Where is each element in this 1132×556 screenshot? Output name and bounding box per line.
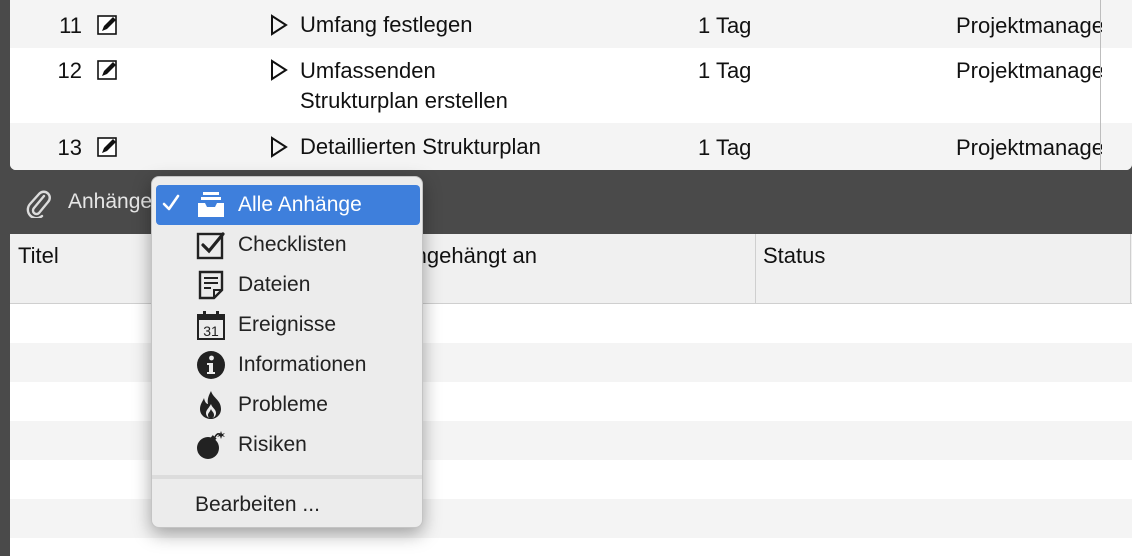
menu-item-label: Alle Anhänge [238,193,362,216]
menu-item-label: Dateien [238,273,311,296]
calendar-day: 31 [203,323,219,339]
menu-item-label: Probleme [238,393,328,416]
checkmark-icon [162,194,180,211]
menu-item-all-attachments[interactable]: Alle Anhänge [156,185,420,225]
menu-item-checklists[interactable]: Checklisten [156,225,420,265]
attachments-filter-menu: Alle Anhänge Checklisten Dateien 31 Erei… [151,176,423,528]
task-duration: 1 Tag [698,135,752,160]
task-row[interactable]: 13 Detaillierten Strukturplan 1 Tag Proj… [10,123,1132,170]
checkbox-icon [196,232,225,260]
menu-item-information[interactable]: Informationen [156,345,420,385]
task-table: 11 Umfang festlegen 1 Tag Projektmanager… [10,0,1132,170]
menu-item-edit[interactable]: Bearbeiten ... [195,493,320,517]
column-divider[interactable] [1130,234,1131,304]
empty-row [10,538,1132,556]
calendar-icon: 31 [197,311,225,340]
column-header-title[interactable]: Titel [10,234,67,304]
menu-item-problems[interactable]: Probleme [156,385,420,425]
disclosure-triangle-icon[interactable] [269,136,289,158]
inbox-tray-icon [198,192,224,217]
task-name: Umfang festlegen [300,12,473,37]
attachments-filter-button[interactable]: Anhänge [68,190,152,214]
task-resource: Projektmanager [956,135,1102,160]
task-number: 11 [59,13,82,38]
column-header-status[interactable]: Status [755,234,833,304]
paperclip-icon [26,190,51,218]
menu-item-label: Risiken [238,433,307,456]
task-duration: 1 Tag [698,58,752,83]
menu-separator [152,475,422,479]
task-name: Detaillierten Strukturplan [300,134,541,159]
task-name-line2: Strukturplan erstellen [300,88,508,113]
menu-item-files[interactable]: Dateien [156,265,420,305]
task-row[interactable]: 11 Umfang festlegen 1 Tag Projektmanager [10,0,1132,48]
menu-item-label: Ereignisse [238,313,337,336]
task-row[interactable]: 12 Umfassenden Strukturplan erstellen 1 … [10,48,1132,123]
document-icon [198,270,224,300]
menu-item-events[interactable]: 31 Ereignisse [156,305,420,345]
menu-item-risks[interactable]: Risiken [156,425,420,465]
note-edit-icon[interactable] [97,136,119,158]
note-edit-icon[interactable] [97,59,119,81]
note-edit-icon[interactable] [97,14,119,36]
menu-item-label: Informationen [238,353,367,376]
bomb-icon [197,431,225,459]
task-resource: Projektmanager [956,13,1102,38]
task-resource: Projektmanager [956,58,1102,83]
column-divider[interactable] [1100,0,1101,170]
menu-item-label: Checklisten [238,233,347,256]
info-icon [197,351,225,379]
disclosure-triangle-icon[interactable] [269,14,289,36]
task-number: 13 [57,135,82,160]
task-duration: 1 Tag [698,13,752,38]
task-number: 12 [57,58,82,83]
task-name: Umfassenden [300,58,436,83]
disclosure-triangle-icon[interactable] [269,59,289,81]
fire-icon [200,391,221,419]
